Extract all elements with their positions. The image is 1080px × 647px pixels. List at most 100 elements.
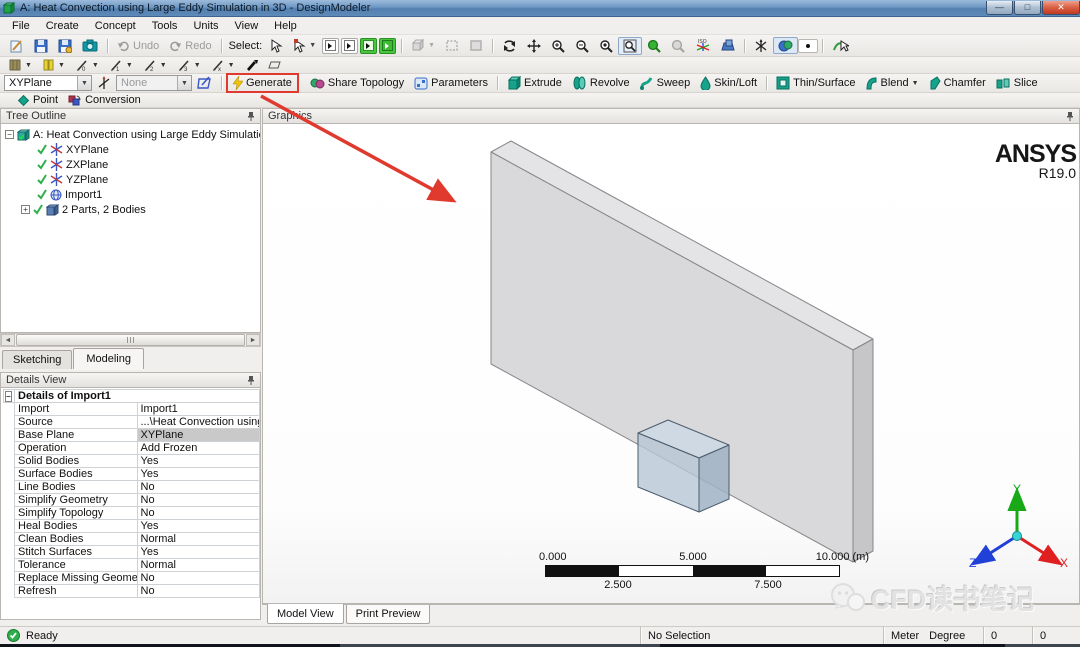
table-row[interactable]: Tolerance Normal [4,558,260,572]
table-row[interactable]: Base Plane XYPlane [4,428,260,442]
menu-tools[interactable]: Tools [144,18,186,34]
menu-view[interactable]: View [227,18,267,34]
maximize-button[interactable]: □ [1014,1,1041,15]
geometry-3d-view[interactable] [263,124,1080,604]
menu-concept[interactable]: Concept [87,18,144,34]
select-lasso-icon[interactable] [464,37,488,54]
frame-outline-icon[interactable] [263,58,286,72]
extrude-button[interactable]: Extrude [502,74,567,92]
pencil-2-dropdown[interactable]: 2 ▼ [138,57,172,74]
tab-modeling[interactable]: Modeling [73,348,144,369]
pencil-0-dropdown[interactable]: 0 ▼ [70,57,104,74]
generate-button[interactable]: Generate [226,73,299,93]
scroll-left-icon[interactable]: ◄ [1,334,15,346]
tree-root-row[interactable]: − A: Heat Convection using Large Eddy Si… [1,127,260,142]
menu-help[interactable]: Help [266,18,305,34]
direction-arrow-icon[interactable] [240,57,263,73]
conversion-button[interactable]: Conversion [63,92,146,109]
table-row[interactable]: Simplify Geometry No [4,493,260,507]
zoom-icon[interactable] [570,37,594,55]
share-topology-button[interactable]: Share Topology [305,75,409,92]
new-sketch-button-icon[interactable] [192,74,217,92]
edge-coloring-icon[interactable] [827,37,854,54]
pencil-x-dropdown[interactable]: x ▼ [206,57,240,74]
table-row[interactable]: Stitch Surfaces Yes [4,545,260,559]
box-zoom-icon[interactable] [618,36,643,55]
look-at-icon[interactable] [716,37,740,54]
expand-icon[interactable]: + [21,205,30,214]
scroll-right-icon[interactable]: ► [246,334,260,346]
menu-file[interactable]: File [4,18,38,34]
tree-item-xyplane[interactable]: XYPlane [1,142,260,157]
filter-bodies-icon[interactable] [379,37,397,54]
menu-create[interactable]: Create [38,18,87,34]
table-row[interactable]: Replace Missing Geometry No [4,571,260,585]
table-row[interactable]: Operation Add Frozen [4,441,260,455]
pan-icon[interactable] [522,37,546,55]
new-plane-icon[interactable] [92,74,116,92]
sweep-button[interactable]: Sweep [635,74,696,92]
skin-loft-button[interactable]: Skin/Loft [695,74,762,92]
section-display-dropdown[interactable]: ▼ [37,57,70,73]
table-row[interactable]: Simplify Topology No [4,506,260,520]
filter-edges-icon[interactable] [341,37,359,54]
filter-faces-icon[interactable] [360,37,378,54]
tree-item-yzplane[interactable]: YZPlane [1,172,260,187]
graphics-viewport[interactable] [262,124,1080,604]
pencil-1-dropdown[interactable]: 1 ▼ [104,57,138,74]
plane-select-combo[interactable]: XYPlane ▼ [4,75,92,91]
pencil-3-dropdown[interactable]: 3 ▼ [172,57,206,74]
vertex-display-icon[interactable] [798,38,819,53]
redo-button[interactable]: Redo [164,38,216,54]
tree-horizontal-scrollbar[interactable]: ◄ ► [0,333,261,347]
tree-item-import1[interactable]: Import1 [1,187,260,202]
new-sketch-icon[interactable] [4,37,29,55]
group-collapse-icon[interactable]: − [5,391,12,402]
tab-print-preview[interactable]: Print Preview [345,605,431,624]
tab-sketching[interactable]: Sketching [2,350,73,369]
sketch-select-combo[interactable]: None ▼ [116,75,192,91]
pattern-fill-dropdown[interactable]: ▼ [4,57,37,73]
filter-vertices-icon[interactable] [322,37,340,54]
undo-button[interactable]: Undo [112,38,164,54]
select-mode-dropdown[interactable]: ▼ [288,37,321,55]
tab-model-view[interactable]: Model View [267,604,344,624]
table-row[interactable]: Solid Bodies Yes [4,454,260,468]
table-row[interactable]: Refresh No [4,584,260,598]
tree-item-zxplane[interactable]: ZXPlane [1,157,260,172]
minimize-button[interactable]: — [986,1,1013,15]
select-box-icon[interactable] [440,37,464,54]
table-row[interactable]: Import Import1 [4,402,260,416]
table-row[interactable]: Heal Bodies Yes [4,519,260,533]
slice-button[interactable]: Slice [991,74,1043,92]
select-cursor-icon[interactable] [265,37,288,55]
chamfer-button[interactable]: Chamfer [924,74,991,92]
tree-item-parts[interactable]: + 2 Parts, 2 Bodies [1,202,260,217]
scroll-thumb[interactable] [16,334,245,346]
magnifier-window-icon[interactable] [594,37,618,55]
save-as-icon[interactable] [53,37,77,55]
table-row[interactable]: Surface Bodies Yes [4,467,260,481]
zoom-fit-icon[interactable] [642,37,666,55]
pin-icon[interactable] [247,375,255,385]
table-row[interactable]: Clean Bodies Normal [4,532,260,546]
plane-normal-icon[interactable] [749,37,773,55]
rotate-icon[interactable] [497,37,522,55]
zoom-prev-icon[interactable] [666,37,690,55]
shaded-view-dropdown[interactable] [773,37,799,54]
revolve-button[interactable]: Revolve [567,74,635,92]
table-row[interactable]: Source...\Heat Convection using Large Ed [4,415,260,429]
point-button[interactable]: Point [12,92,63,109]
save-icon[interactable] [29,37,53,55]
adjacency-dropdown[interactable]: ▼ [406,37,440,54]
orientation-triad[interactable]: Y X Z [965,483,1070,583]
collapse-icon[interactable]: − [5,130,14,139]
iso-view-icon[interactable]: ISO [690,36,716,55]
menu-units[interactable]: Units [185,18,226,34]
thin-surface-button[interactable]: Thin/Surface [771,74,860,92]
table-row[interactable]: Line Bodies No [4,480,260,494]
screenshot-icon[interactable] [77,37,103,54]
pin-icon[interactable] [1066,111,1074,121]
pin-icon[interactable] [247,111,255,121]
zoom-in-icon[interactable] [546,37,570,55]
